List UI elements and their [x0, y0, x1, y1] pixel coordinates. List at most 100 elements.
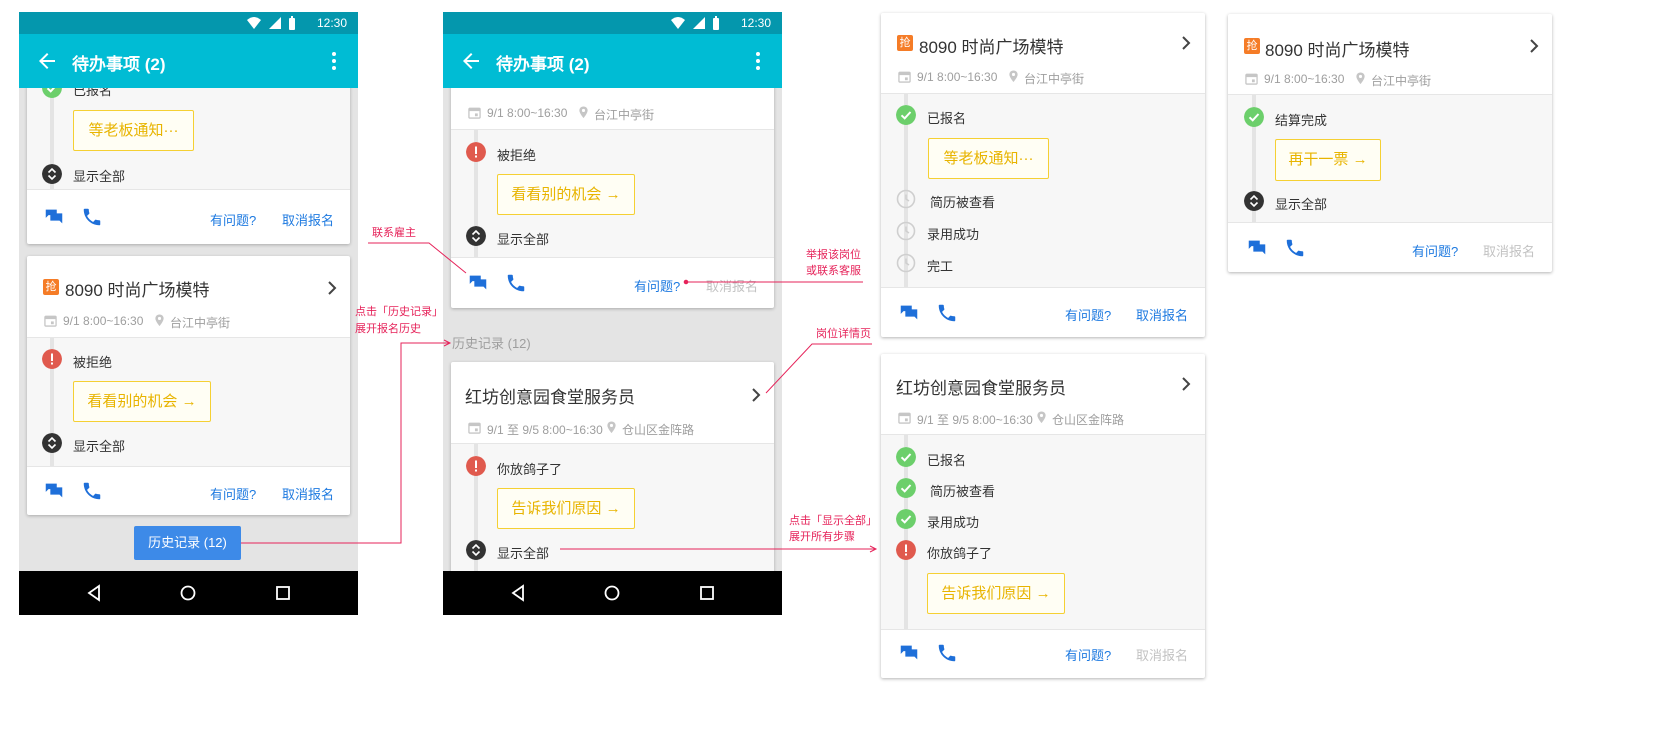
more-vert-icon[interactable]	[322, 49, 346, 73]
phone-icon[interactable]	[81, 206, 103, 228]
show-all-link[interactable]: 显示全部	[73, 166, 125, 185]
expand-icon[interactable]	[42, 433, 62, 453]
todo-card[interactable]: 抢 8090 时尚广场模特 9/1 8:00~16:30 台江中亭街 被拒绝 看…	[27, 256, 350, 515]
phone-icon[interactable]	[936, 302, 958, 324]
cancel-signup-link[interactable]: 取消报名	[1136, 305, 1188, 324]
grab-badge: 抢	[897, 35, 913, 51]
question-link[interactable]: 有问题?	[1065, 305, 1111, 324]
calendar-icon	[1245, 72, 1258, 85]
status-bar: 12:30	[443, 12, 782, 34]
status-icons	[671, 16, 719, 30]
nav-back-icon[interactable]	[85, 584, 103, 602]
nav-home-icon[interactable]	[603, 584, 621, 602]
job-date: 9/1 8:00~16:30	[1264, 72, 1345, 86]
calendar-icon	[468, 421, 481, 434]
job-title: 红坊创意园食堂服务员	[896, 379, 1066, 398]
history-card[interactable]: 红坊创意园食堂服务员 9/1 至 9/5 8:00~16:30 仓山区金阵路 你…	[451, 362, 774, 571]
chevron-right-icon[interactable]	[1178, 376, 1194, 392]
job-location: 仓山区金阵路	[1052, 413, 1125, 427]
check-circle-icon	[896, 478, 916, 498]
annotation-report-line1: 举报该岗位	[806, 249, 861, 261]
step-label: 简历被查看	[930, 195, 996, 210]
nav-recents-icon[interactable]	[274, 584, 292, 602]
other-chances-button[interactable]: 看看别的机会 →	[73, 381, 211, 422]
question-link[interactable]: 有问题?	[1065, 645, 1111, 664]
chat-icon[interactable]	[898, 302, 920, 324]
other-chances-button[interactable]: 看看别的机会 →	[497, 174, 635, 215]
tell-reason-button[interactable]: 告诉我们原因 →	[927, 573, 1065, 614]
nav-recents-icon[interactable]	[698, 584, 716, 602]
history-card-expanded[interactable]: 红坊创意园食堂服务员 9/1 至 9/5 8:00~16:30 仓山区金阵路 已…	[881, 354, 1205, 678]
again-button[interactable]: 再干一票 →	[1275, 139, 1381, 181]
question-link[interactable]: 有问题?	[1412, 241, 1458, 260]
history-button[interactable]: 历史记录 (12)	[134, 526, 241, 560]
phone-icon[interactable]	[936, 642, 958, 664]
wait-boss-button[interactable]: 等老板通知···	[928, 138, 1049, 179]
todo-card-settled[interactable]: 抢 8090 时尚广场模特 9/1 8:00~16:30 台江中亭街 结算完成 …	[1228, 14, 1552, 272]
question-link[interactable]: 有问题?	[210, 484, 256, 503]
step-label: 录用成功	[927, 515, 980, 530]
todo-card[interactable]: 9/1 8:00~16:30 台江中亭街 被拒绝 看看别的机会 → 显示全部 有…	[451, 88, 774, 308]
show-all-link[interactable]: 显示全部	[497, 229, 549, 248]
check-circle-icon	[1244, 107, 1264, 127]
todo-list[interactable]: 9/1 8:00~16:30 台江中亭街 被拒绝 看看别的机会 → 显示全部 有…	[443, 88, 782, 571]
chat-icon[interactable]	[43, 206, 65, 228]
chevron-right-icon[interactable]	[748, 387, 764, 403]
location-pin-icon	[606, 420, 617, 434]
status-bar: 12:30	[19, 12, 358, 34]
cancel-signup-link[interactable]: 取消报名	[282, 484, 334, 503]
annotation-arrowhead	[869, 545, 878, 553]
expand-icon[interactable]	[466, 540, 486, 560]
chevron-right-icon[interactable]	[324, 280, 340, 296]
question-link[interactable]: 有问题?	[634, 276, 680, 295]
show-all-link[interactable]: 显示全部	[497, 543, 549, 562]
step-label: 录用成功	[927, 227, 980, 242]
expand-icon[interactable]	[1244, 191, 1264, 211]
cancel-signup-link[interactable]: 取消报名	[282, 210, 334, 229]
step-label: 你放鸽子了	[497, 462, 563, 477]
job-location: 台江中亭街	[594, 108, 655, 122]
chat-icon[interactable]	[1246, 237, 1268, 259]
error-circle-icon	[466, 142, 486, 162]
phone-screen-2: 12:30 待办事项 (2) 9/1 8:00~16:30 台江中亭街 被拒绝 …	[443, 12, 782, 615]
show-all-link[interactable]: 显示全部	[1275, 194, 1327, 213]
phone-icon[interactable]	[81, 480, 103, 502]
chat-icon[interactable]	[43, 480, 65, 502]
chat-icon[interactable]	[467, 272, 489, 294]
job-title: 8090 时尚广场模特	[65, 281, 210, 300]
phone-icon[interactable]	[505, 272, 527, 294]
cancel-signup-link: 取消报名	[1136, 648, 1189, 663]
grab-badge: 抢	[43, 279, 59, 295]
expand-icon[interactable]	[466, 226, 486, 246]
cancel-signup-link: 取消报名	[706, 279, 759, 294]
annotation-history-line1: 点击「历史记录」	[355, 306, 443, 318]
more-vert-icon[interactable]	[746, 49, 770, 73]
chevron-right-icon[interactable]	[1178, 35, 1194, 51]
job-location: 仓山区金阵路	[622, 423, 695, 437]
back-arrow-icon[interactable]	[459, 49, 483, 73]
chat-icon[interactable]	[898, 642, 920, 664]
question-link[interactable]: 有问题?	[210, 210, 256, 229]
tell-reason-button[interactable]: 告诉我们原因 →	[497, 488, 635, 529]
calendar-icon	[44, 314, 57, 327]
nav-home-icon[interactable]	[179, 584, 197, 602]
annotation-showall-line1: 点击「显示全部」	[789, 515, 877, 527]
nav-back-icon[interactable]	[509, 584, 527, 602]
job-title: 8090 时尚广场模特	[1265, 41, 1410, 60]
step-label: 已报名	[73, 88, 113, 98]
todo-list[interactable]: 已报名 等老板通知··· 显示全部 有问题? 取消报名 抢 8090 时尚广场模…	[19, 88, 358, 571]
job-location: 台江中亭街	[170, 316, 231, 330]
phone-icon[interactable]	[1284, 237, 1306, 259]
chevron-right-icon[interactable]	[1526, 38, 1542, 54]
show-all-link[interactable]: 显示全部	[73, 436, 125, 455]
nav-bar	[443, 571, 782, 615]
wait-boss-button[interactable]: 等老板通知···	[73, 110, 194, 151]
grab-badge: 抢	[1244, 38, 1260, 54]
back-arrow-icon[interactable]	[35, 49, 59, 73]
todo-card: 已报名 等老板通知··· 显示全部 有问题? 取消报名	[27, 88, 350, 244]
step-label: 已报名	[927, 111, 967, 126]
todo-card-expanded[interactable]: 抢 8090 时尚广场模特 9/1 8:00~16:30 台江中亭街 已报名 等…	[881, 13, 1205, 337]
annotation-history-line2: 展开报名历史	[355, 323, 421, 335]
expand-icon[interactable]	[42, 164, 62, 184]
check-circle-icon	[896, 509, 916, 529]
